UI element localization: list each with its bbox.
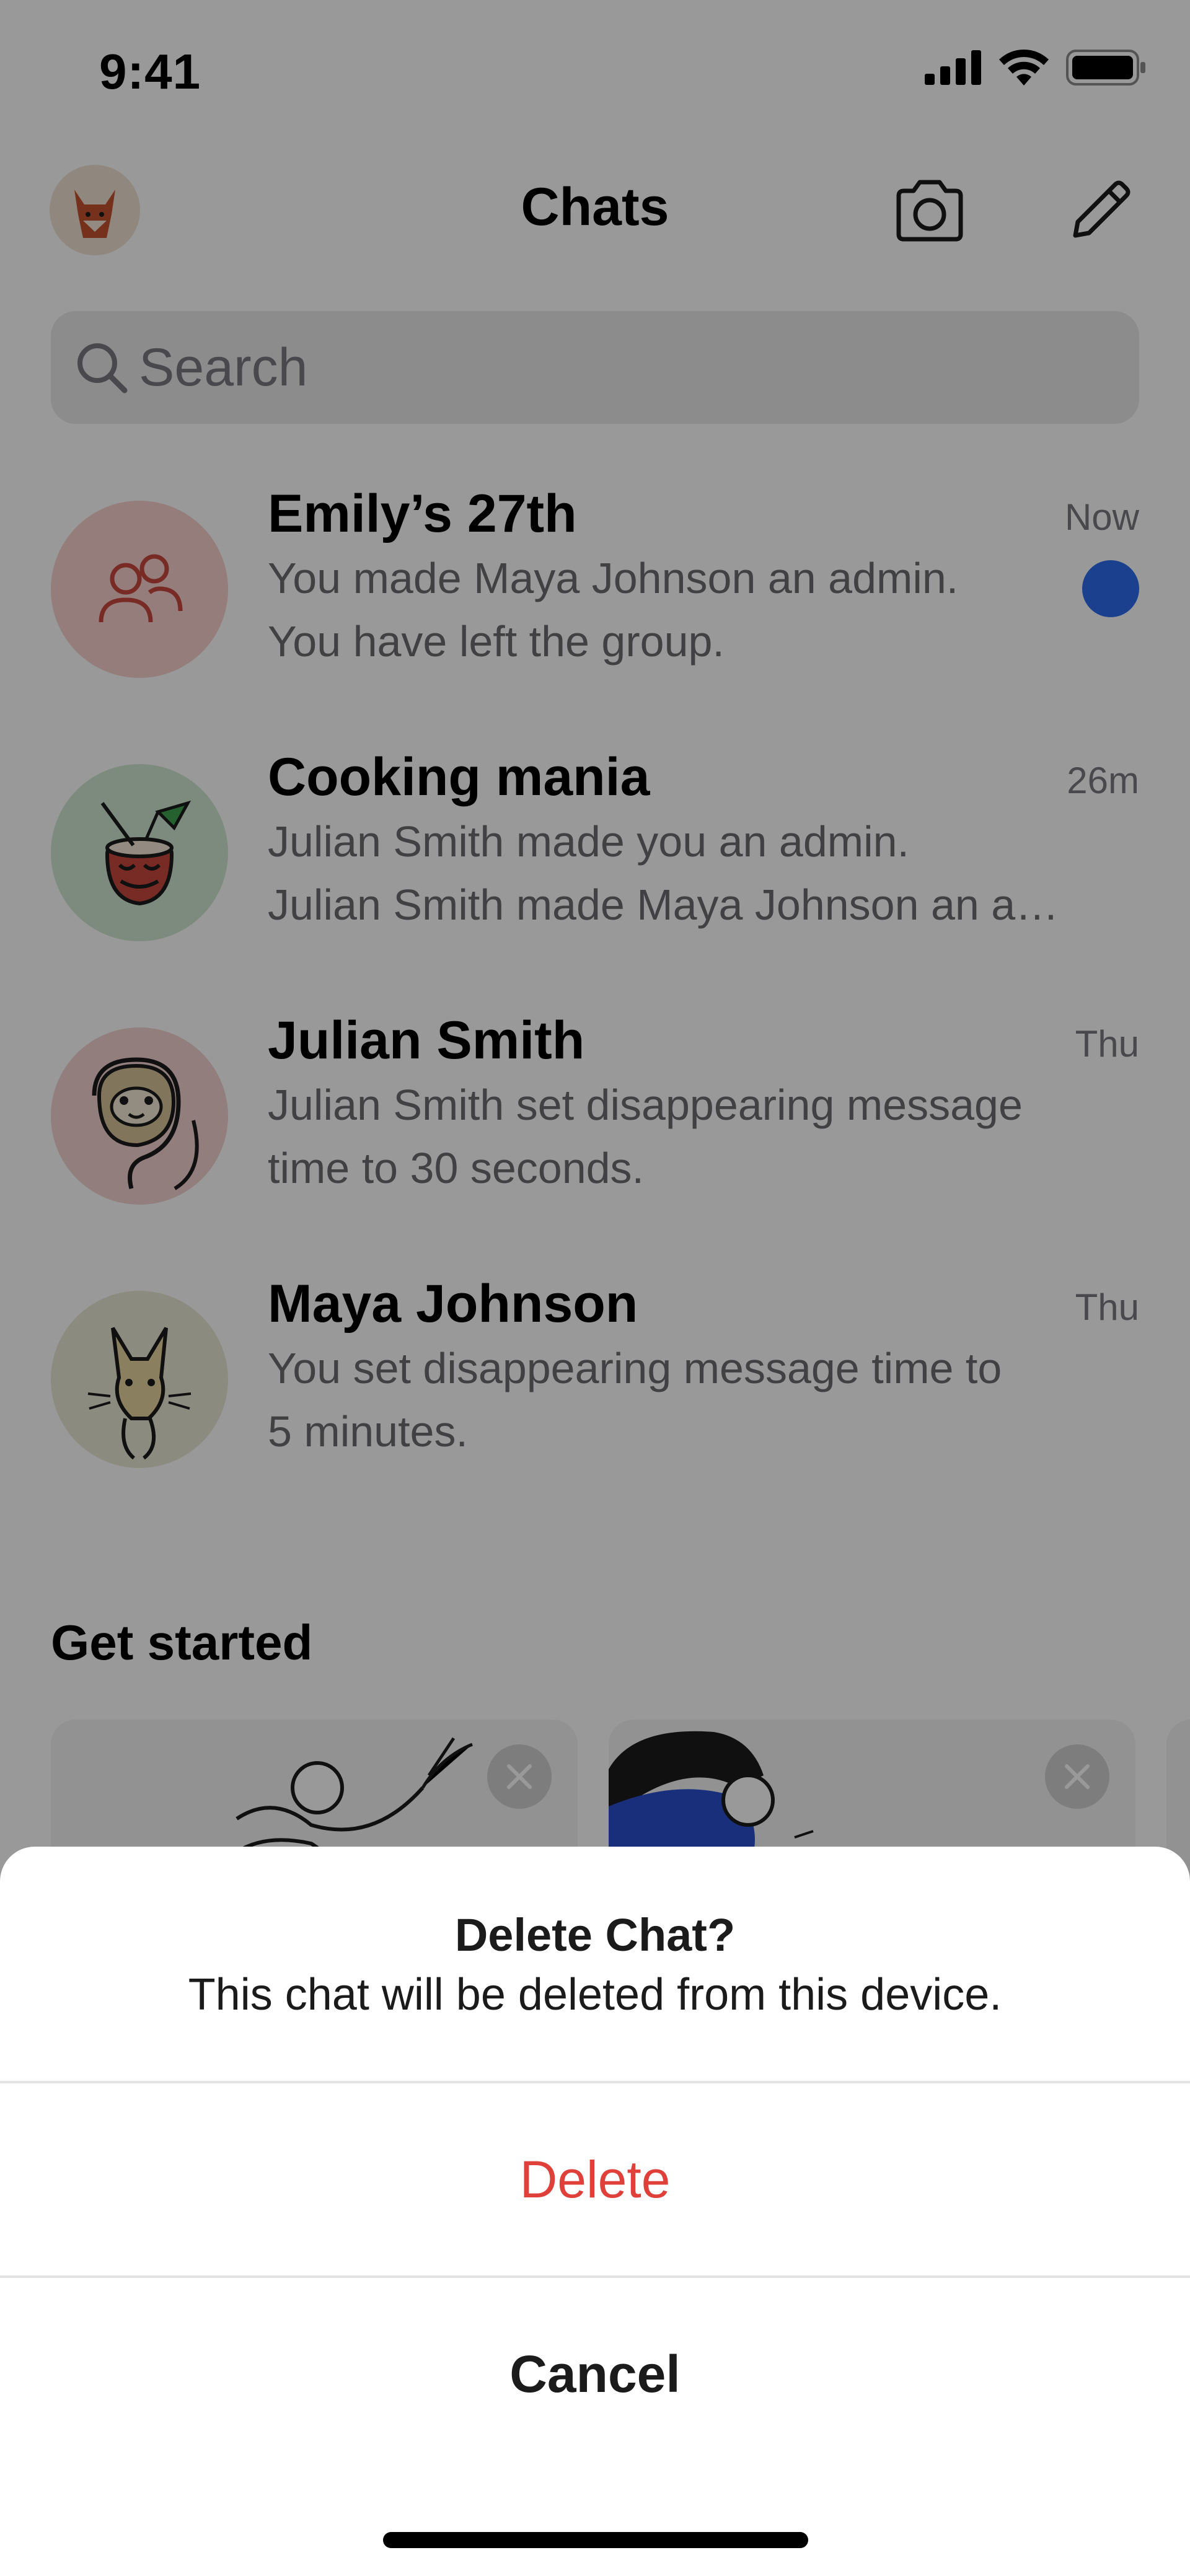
cancel-button[interactable]: Cancel (0, 2278, 1190, 2470)
delete-button[interactable]: Delete (0, 2083, 1190, 2275)
home-indicator[interactable] (383, 2532, 808, 2548)
chats-screen: 9:41 Chats Search Emily’s 27th Now You m… (0, 0, 1190, 2576)
dialog-message: This chat will be deleted from this devi… (188, 1970, 1002, 2020)
dialog-title: Delete Chat? (454, 1909, 736, 1961)
